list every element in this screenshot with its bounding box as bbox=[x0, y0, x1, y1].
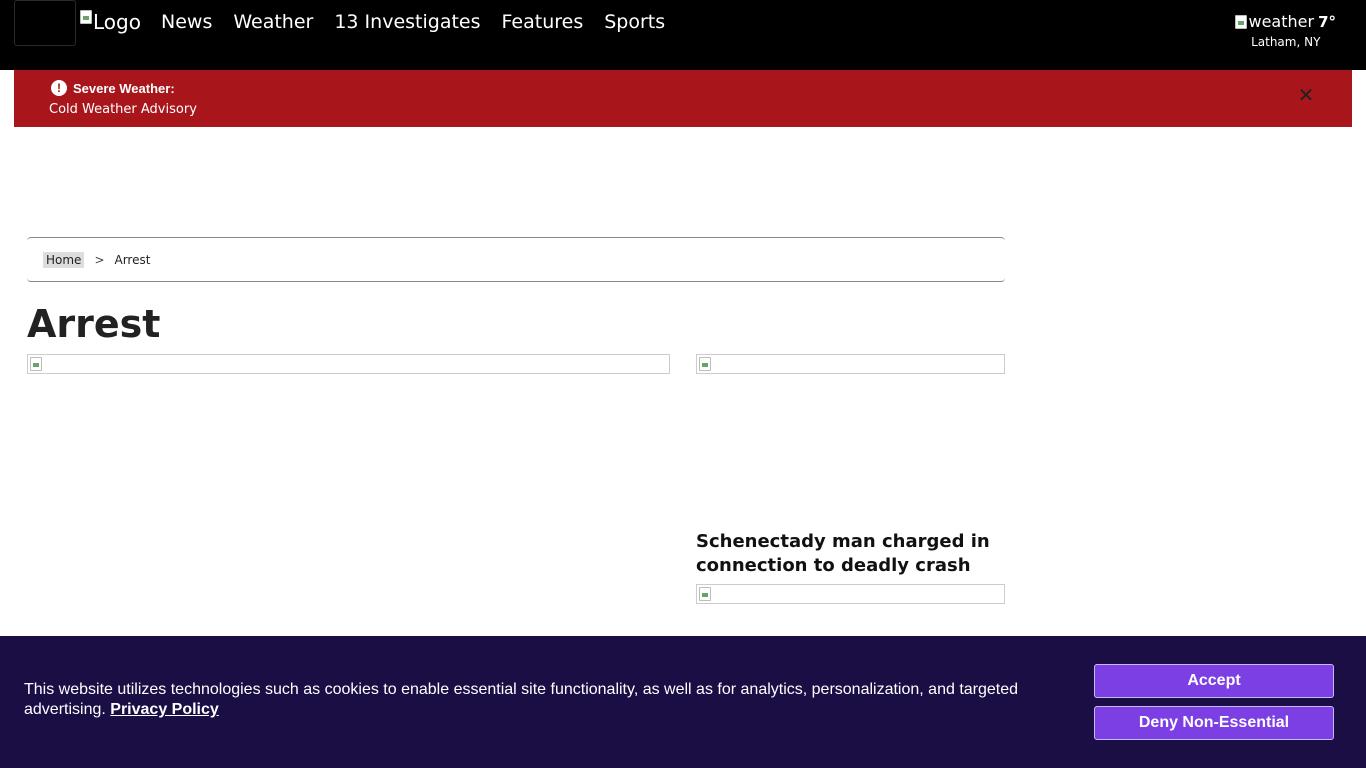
weather-location: Latham, NY bbox=[1251, 35, 1321, 49]
nav-features[interactable]: Features bbox=[502, 10, 584, 34]
page-title: Arrest bbox=[27, 302, 161, 346]
privacy-policy-link[interactable]: Privacy Policy bbox=[110, 701, 219, 718]
nav-weather[interactable]: Weather bbox=[233, 10, 313, 34]
exclamation-icon: ! bbox=[51, 80, 67, 96]
weather-icon bbox=[1235, 14, 1248, 29]
breadcrumb-current: Arrest bbox=[114, 252, 151, 267]
weather-widget[interactable]: weather 7° Latham, NY bbox=[1235, 12, 1336, 49]
broken-image-icon bbox=[80, 10, 92, 24]
alert-title: Severe Weather: bbox=[73, 80, 175, 96]
top-navbar: Logo News Weather 13 Investigates Featur… bbox=[0, 0, 1366, 70]
severe-weather-alert[interactable]: ! Severe Weather: Cold Weather Advisory … bbox=[14, 70, 1352, 127]
cookie-text-block: This website utilizes technologies such … bbox=[24, 680, 1034, 720]
side-article-image[interactable] bbox=[696, 354, 1005, 374]
main-nav: News Weather 13 Investigates Features Sp… bbox=[161, 10, 686, 34]
logo-alt-text: Logo bbox=[93, 10, 141, 34]
breadcrumb: Home > Arrest bbox=[27, 237, 1005, 282]
nav-13-investigates[interactable]: 13 Investigates bbox=[334, 10, 480, 34]
broken-image-icon bbox=[699, 357, 711, 371]
broken-image-icon bbox=[699, 587, 711, 601]
article-headline[interactable]: Schenectady man charged in connection to… bbox=[696, 530, 1005, 578]
breadcrumb-separator: > bbox=[94, 252, 105, 267]
side-article-image[interactable] bbox=[696, 584, 1005, 604]
menu-button[interactable] bbox=[14, 0, 76, 46]
weather-icon-alt: weather bbox=[1248, 12, 1315, 31]
deny-non-essential-button[interactable]: Deny Non-Essential bbox=[1094, 706, 1334, 740]
weather-temperature: 7° bbox=[1318, 12, 1336, 31]
accept-button[interactable]: Accept bbox=[1094, 664, 1334, 698]
breadcrumb-home[interactable]: Home bbox=[43, 251, 85, 268]
broken-image-icon bbox=[30, 357, 42, 371]
cookie-banner: This website utilizes technologies such … bbox=[0, 636, 1366, 768]
alert-text: Cold Weather Advisory bbox=[49, 102, 197, 117]
site-logo[interactable]: Logo bbox=[80, 10, 141, 36]
nav-sports[interactable]: Sports bbox=[604, 10, 665, 34]
close-icon[interactable]: ✕ bbox=[1296, 86, 1316, 106]
nav-news[interactable]: News bbox=[161, 10, 212, 34]
main-article-image[interactable] bbox=[27, 354, 670, 374]
